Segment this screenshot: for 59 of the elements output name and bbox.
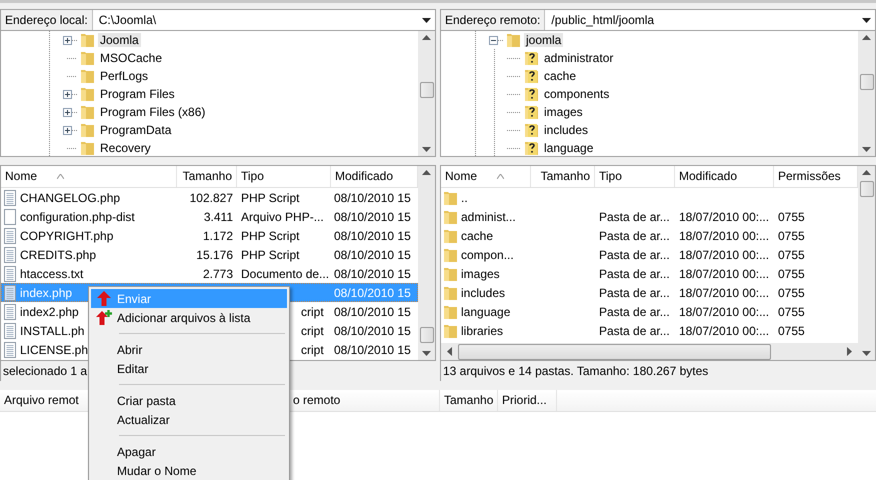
file-name: index.php <box>20 286 72 300</box>
modified-date: 08/10/2010 15 <box>334 266 411 280</box>
modified-date: 18/07/2010 00:... <box>679 248 770 262</box>
modified-date: 18/07/2010 00:... <box>679 266 770 280</box>
file-type: PHP Script <box>241 190 300 204</box>
file-type: Documento de... <box>241 266 330 280</box>
folder-name: libraries <box>461 324 504 338</box>
file-type: Pasta de ar... <box>599 266 670 280</box>
file-type: Pasta de ar... <box>599 248 670 262</box>
file-name: configuration.php-dist <box>20 210 135 224</box>
permissions: 0755 <box>778 286 805 300</box>
modified-date: 08/10/2010 15 <box>334 286 411 300</box>
modified-date: 08/10/2010 15 <box>334 248 411 262</box>
folder-name: cache <box>461 228 494 242</box>
file-name: index2.php <box>20 304 79 318</box>
permissions: 0755 <box>778 228 805 242</box>
modified-date: 08/10/2010 15 <box>334 210 411 224</box>
file-type: Pasta de ar... <box>599 286 670 300</box>
file-name: LICENSE.ph <box>20 342 88 356</box>
folder-name: language <box>461 304 510 318</box>
folder-name: images <box>461 266 500 280</box>
file-type: Pasta de ar... <box>599 210 670 224</box>
file-type: Pasta de ar... <box>599 304 670 318</box>
file-name: INSTALL.ph <box>20 324 84 338</box>
modified-date: 08/10/2010 15 <box>334 342 411 356</box>
file-type: cript <box>300 324 324 338</box>
file-size: 2.773 <box>202 266 233 280</box>
file-size: 102.827 <box>190 190 233 204</box>
modified-date: 08/10/2010 15 <box>334 304 411 318</box>
file-name: CHANGELOG.php <box>20 190 120 204</box>
file-name: COPYRIGHT.php <box>20 228 114 242</box>
folder-name: .. <box>461 190 468 204</box>
modified-date: 08/10/2010 15 <box>334 324 411 338</box>
file-size: 1.172 <box>202 228 233 242</box>
permissions: 0755 <box>778 248 805 262</box>
file-name: htaccess.txt <box>20 266 84 280</box>
permissions: 0755 <box>778 210 805 224</box>
folder-name: includes <box>461 286 506 300</box>
file-type: PHP Script <box>241 248 300 262</box>
modified-date: 18/07/2010 00:... <box>679 324 770 338</box>
file-type: PHP Script <box>241 228 300 242</box>
file-type: Arquivo PHP-... <box>241 210 324 224</box>
folder-name: compon... <box>461 248 514 262</box>
file-size: 15.176 <box>196 248 233 262</box>
modified-date: 18/07/2010 00:... <box>679 228 770 242</box>
file-size: 3.411 <box>204 210 233 224</box>
permissions: 0755 <box>778 324 805 338</box>
permissions: 0755 <box>778 266 805 280</box>
modified-date: 18/07/2010 00:... <box>679 286 770 300</box>
modified-date: 08/10/2010 15 <box>334 190 411 204</box>
permissions: 0755 <box>778 304 805 318</box>
file-type: Pasta de ar... <box>599 228 670 242</box>
file-type: cript <box>300 342 324 356</box>
modified-date: 18/07/2010 00:... <box>679 304 770 318</box>
file-name: CREDITS.php <box>20 248 96 262</box>
folder-name: administ... <box>461 210 516 224</box>
modified-date: 08/10/2010 15 <box>334 228 411 242</box>
modified-date: 18/07/2010 00:... <box>679 210 770 224</box>
file-type: Pasta de ar... <box>599 324 670 338</box>
